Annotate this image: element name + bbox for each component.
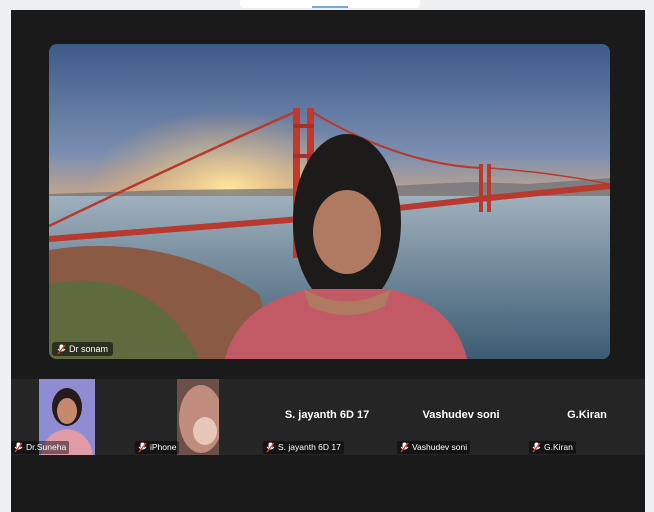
active-indicator xyxy=(312,6,348,8)
top-bar-indicator xyxy=(240,0,420,8)
speaker-video-feed xyxy=(49,44,610,359)
participant-tile-2[interactable]: iPhone xyxy=(135,379,221,455)
participant-name: Vashudev soni xyxy=(412,442,468,452)
participant-label-1: Dr.Suneha xyxy=(11,441,70,454)
participant-tile-4[interactable]: Vashudev soni Vashudev soni xyxy=(397,379,525,455)
participant-name: S. jayanth 6D 17 xyxy=(278,442,341,452)
participant-label-4: Vashudev soni xyxy=(397,441,471,454)
meeting-window: Dr sonam Dr.Suneha iPhone S. jayanth 6D … xyxy=(11,10,645,512)
participant-name: G.Kiran xyxy=(544,442,573,452)
mic-muted-icon xyxy=(266,442,275,453)
mic-muted-icon xyxy=(138,442,147,453)
bottom-area xyxy=(11,455,645,512)
participant-label-2: iPhone xyxy=(135,441,180,454)
participant-strip: Dr.Suneha iPhone S. jayanth 6D 17 S. jay… xyxy=(11,379,645,455)
mic-muted-icon xyxy=(532,442,541,453)
participant-tile-5[interactable]: G.Kiran G.Kiran xyxy=(529,379,645,455)
active-speaker-video[interactable]: Dr sonam xyxy=(49,44,610,359)
mic-muted-icon xyxy=(57,344,66,354)
participant-tile-3[interactable]: S. jayanth 6D 17 S. jayanth 6D 17 xyxy=(263,379,391,455)
participant-display-name: Vashudev soni xyxy=(422,409,500,421)
mic-muted-icon xyxy=(14,442,23,453)
participant-name: Dr.Suneha xyxy=(26,442,67,452)
participant-video-2 xyxy=(177,379,219,455)
participant-tile-1[interactable]: Dr.Suneha xyxy=(11,379,97,455)
participant-label-3: S. jayanth 6D 17 xyxy=(263,441,344,454)
mic-muted-icon xyxy=(400,442,409,453)
active-speaker-name: Dr sonam xyxy=(69,344,109,354)
active-speaker-name-tag: Dr sonam xyxy=(52,342,114,356)
participant-label-5: G.Kiran xyxy=(529,441,576,454)
participant-display-name: G.Kiran xyxy=(567,409,607,421)
participant-display-name: S. jayanth 6D 17 xyxy=(284,409,370,421)
participant-name: iPhone xyxy=(150,442,177,452)
